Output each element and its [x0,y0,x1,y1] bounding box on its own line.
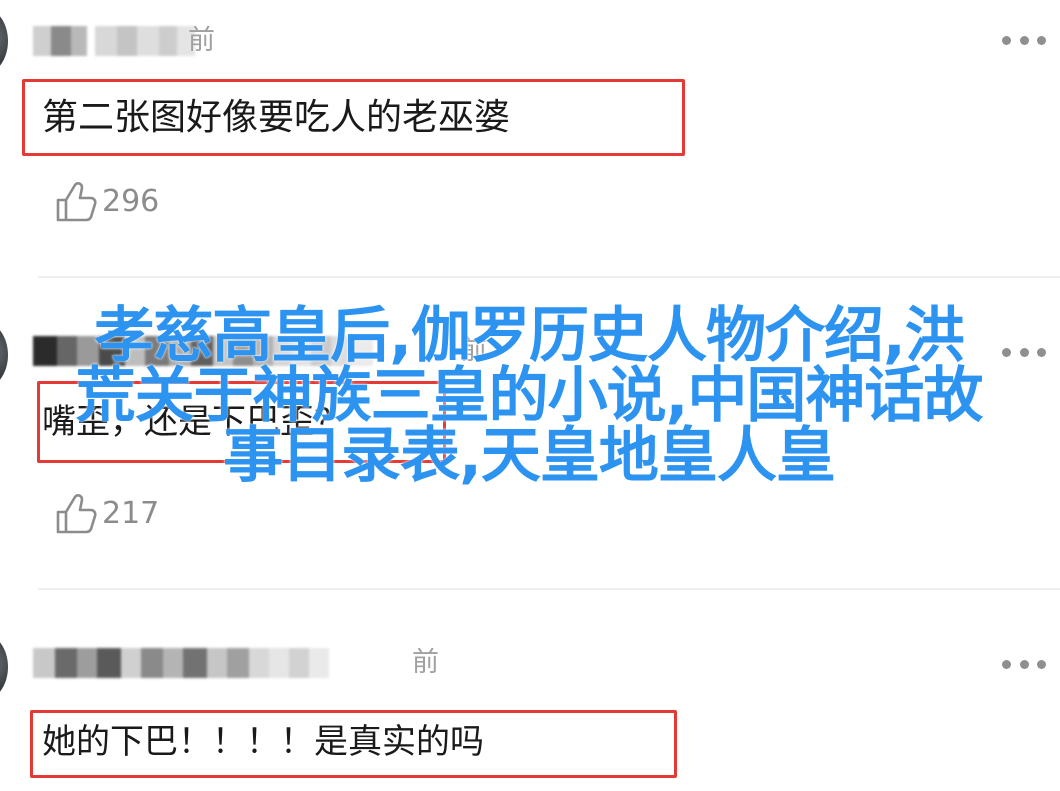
divider [38,588,1060,590]
username-redacted [33,646,329,680]
username-redacted [33,24,195,58]
avatar[interactable] [0,634,8,700]
comment-text: 第二张图好像要吃人的老巫婆 [42,97,511,138]
overlay-headline: 孝慈高皇后,伽罗历史人物介绍,洪 荒关于神族三皇的小说,中国神话故 事目录表,天… [34,306,1024,486]
avatar[interactable] [0,8,8,74]
divider [38,276,1060,278]
comment-time: 前 [188,25,215,56]
more-dots-icon[interactable] [1002,654,1046,674]
like-button[interactable]: 217 [54,492,159,536]
overlay-line-3: 事目录表,天皇地皇人皇 [223,421,836,491]
like-count: 217 [102,496,160,531]
comment-text: 她的下巴！！！！是真实的吗 [42,722,484,762]
thumbs-up-icon [56,494,97,534]
overlay-line-1: 孝慈高皇后,伽罗历史人物介绍,洪 [94,301,965,371]
thumbs-up-icon [56,182,97,222]
more-dots-icon[interactable] [1002,30,1046,50]
comment-time: 前 [412,647,439,678]
like-count: 296 [102,184,160,219]
avatar[interactable] [0,322,8,388]
overlay-line-2: 荒关于神族三皇的小说,中国神话故 [75,361,984,431]
comment-feed: 前 第二张图好像要吃人的老巫婆 296 前 嘴歪，还是下巴歪？ 217 前 她的… [0,0,1060,791]
like-button[interactable]: 296 [54,180,159,224]
